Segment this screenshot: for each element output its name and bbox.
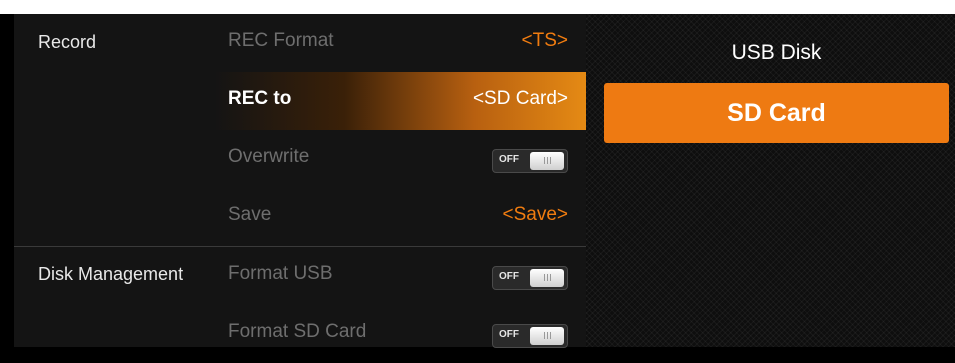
toggle-state: OFF [499,154,519,165]
save-row[interactable]: Save <Save> [214,188,586,246]
rec-format-label: REC Format [228,30,334,51]
rec-format-row[interactable]: REC Format <TS> [214,14,586,72]
format-sd-card-toggle[interactable]: OFF [492,324,568,348]
rec-format-value: <TS> [521,30,568,51]
save-label: Save [228,204,272,225]
save-value: <Save> [502,204,569,225]
format-sd-card-row[interactable]: Format SD Card OFF [214,305,586,363]
toggle-knob [530,269,564,287]
option-sd-card[interactable]: SD Card [604,83,949,143]
rec-to-options-panel: USB Disk SD Card [586,14,955,347]
rec-to-label: REC to [228,88,292,109]
overwrite-label: Overwrite [228,146,310,167]
toggle-state: OFF [499,329,519,340]
rec-to-row[interactable]: REC to <SD Card> [214,72,586,130]
top-strip [0,0,955,14]
rec-to-value: <SD Card> [472,88,568,109]
section-record: Record [38,32,97,52]
option-usb-disk[interactable]: USB Disk [604,23,949,83]
format-sd-card-label: Format SD Card [228,321,367,342]
toggle-knob [530,152,564,170]
overwrite-row[interactable]: Overwrite OFF [214,130,586,188]
overwrite-toggle[interactable]: OFF [492,149,568,173]
toggle-knob [530,327,564,345]
section-disk-management: Disk Management [38,264,184,284]
format-usb-label: Format USB [228,263,333,284]
toggle-state: OFF [499,271,519,282]
settings-menu: Record Disk Management REC Format <TS> R… [14,14,586,348]
format-usb-row[interactable]: Format USB OFF [214,247,586,305]
format-usb-toggle[interactable]: OFF [492,266,568,290]
